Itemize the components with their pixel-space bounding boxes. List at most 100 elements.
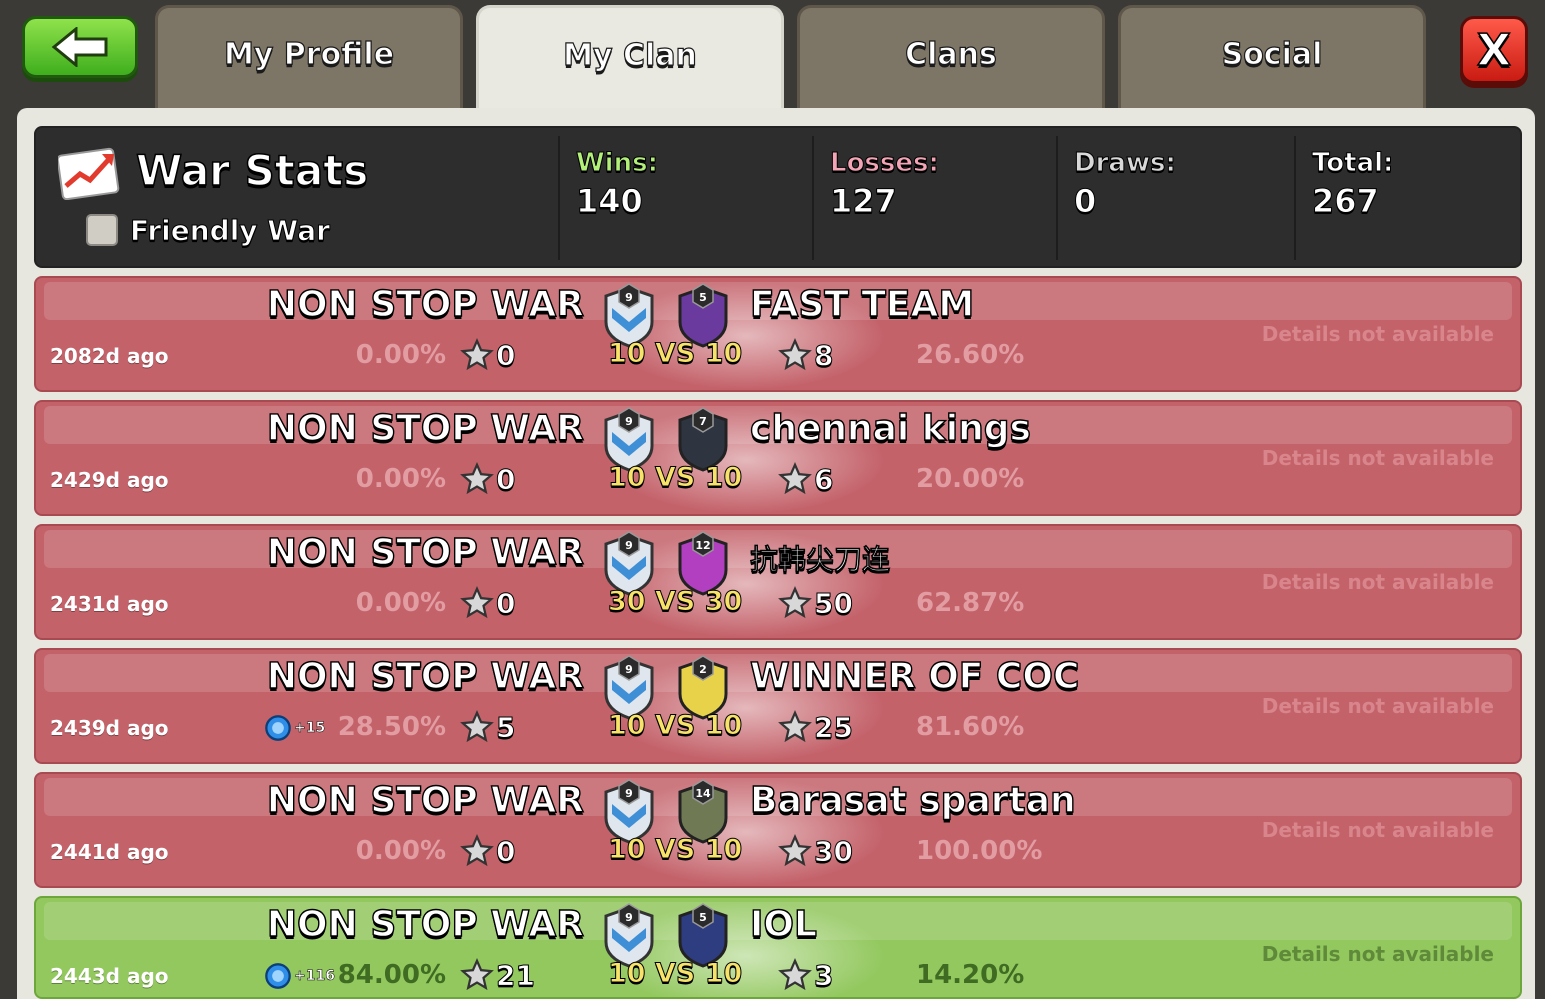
our-stars: 0 xyxy=(460,834,516,868)
close-icon: X xyxy=(1476,24,1511,77)
tab-label: My Profile xyxy=(223,36,395,72)
our-clan-name: NON STOP WAR xyxy=(266,407,584,449)
wins-label: Wins: xyxy=(576,148,659,179)
war-size: 30 VS 30 xyxy=(608,586,743,618)
friendly-war-checkbox[interactable] xyxy=(86,214,118,246)
opponent-stars-value: 6 xyxy=(813,462,834,496)
close-button[interactable]: X xyxy=(1460,16,1528,84)
our-clan-level: 9 xyxy=(625,787,633,800)
our-stars-value: 5 xyxy=(495,710,516,744)
war-time-ago: 2431d ago xyxy=(50,592,169,616)
details-link[interactable]: Details not available xyxy=(1262,818,1494,842)
opponent-stars-value: 30 xyxy=(814,834,854,868)
opponent-clan-name: Barasat spartan xyxy=(749,779,1076,821)
tab-label: Clans xyxy=(905,36,998,72)
bonus-value: +116 xyxy=(294,968,335,985)
tab-social[interactable]: Social xyxy=(1118,5,1426,109)
our-stars: 0 xyxy=(460,462,516,496)
our-stars: 0 xyxy=(460,338,516,372)
details-link[interactable]: Details not available xyxy=(1262,570,1494,594)
opponent-clan-level: 5 xyxy=(699,291,707,304)
star-icon xyxy=(778,338,812,371)
draws-label: Draws: xyxy=(1074,148,1177,179)
opponent-destruction-percent: 26.60% xyxy=(916,340,1025,370)
war-time-ago: 2439d ago xyxy=(50,716,169,740)
tab-my-clan[interactable]: My Clan xyxy=(476,5,784,111)
draws-stat: Draws: 0 xyxy=(1056,136,1294,260)
war-time-ago: 2441d ago xyxy=(50,840,169,864)
star-icon xyxy=(460,462,494,495)
tab-clans[interactable]: Clans xyxy=(797,5,1105,109)
losses-label: Losses: xyxy=(830,148,940,179)
war-bonus: +15 xyxy=(264,714,325,742)
details-link[interactable]: Details not available xyxy=(1262,694,1494,718)
war-log-row[interactable]: 2082d ago NON STOP WAR 9 5 FAST TEAM 0.00% 0 10… xyxy=(34,276,1522,392)
star-icon xyxy=(778,958,812,991)
draws-value: 0 xyxy=(1073,182,1097,221)
tab-my-profile[interactable]: My Profile xyxy=(155,5,463,109)
opponent-stars: 8 xyxy=(778,338,834,372)
star-icon xyxy=(778,710,812,743)
star-icon xyxy=(460,710,494,743)
war-time-ago: 2082d ago xyxy=(50,344,169,368)
gem-icon xyxy=(265,963,291,989)
our-stars-value: 21 xyxy=(496,958,536,992)
war-time-ago: 2443d ago xyxy=(50,964,169,988)
star-icon xyxy=(460,338,494,371)
war-size: 10 VS 10 xyxy=(608,338,743,370)
opponent-stars: 25 xyxy=(778,710,853,744)
war-time-ago: 2429d ago xyxy=(50,468,169,492)
war-log-row[interactable]: 2443d ago NON STOP WAR 9 5 IOL +116 84.00% 21 10… xyxy=(34,896,1522,999)
opponent-stars: 3 xyxy=(778,958,834,992)
opponent-clan-level: 12 xyxy=(695,539,710,552)
opponent-stars-value: 50 xyxy=(814,586,854,620)
total-value: 267 xyxy=(1312,182,1380,221)
our-destruction-percent: 0.00% xyxy=(355,836,446,866)
our-clan-level: 9 xyxy=(625,291,633,304)
war-stats-header: War Stats Friendly War Wins: 140 Losses:… xyxy=(34,126,1522,268)
opponent-destruction-percent: 62.87% xyxy=(916,588,1025,618)
our-clan-level: 9 xyxy=(625,539,633,552)
war-log-row[interactable]: 2441d ago NON STOP WAR 9 14 Barasat spartan 0… xyxy=(34,772,1522,888)
details-link[interactable]: Details not available xyxy=(1262,942,1494,966)
back-button[interactable] xyxy=(22,16,138,78)
our-stars-value: 0 xyxy=(495,338,516,372)
our-clan-name: NON STOP WAR xyxy=(266,655,584,697)
war-stats-title: War Stats xyxy=(135,145,369,196)
opponent-clan-level: 14 xyxy=(695,787,711,800)
our-clan-level: 9 xyxy=(625,663,633,676)
star-icon xyxy=(778,834,812,867)
opponent-clan-name: 抗韩尖刀连 xyxy=(750,543,891,577)
tab-label: My Clan xyxy=(563,37,698,73)
losses-value: 127 xyxy=(830,182,898,221)
star-icon xyxy=(778,586,812,619)
total-stat: Total: 267 xyxy=(1294,136,1520,260)
friendly-war-label: Friendly War xyxy=(130,214,331,248)
war-log-row[interactable]: 2431d ago NON STOP WAR 9 12 抗韩尖刀连 0.00% 0 30 VS… xyxy=(34,524,1522,640)
details-link[interactable]: Details not available xyxy=(1262,446,1494,470)
wins-value: 140 xyxy=(576,182,644,221)
opponent-clan-level: 2 xyxy=(699,663,707,676)
chart-icon xyxy=(58,147,120,200)
tab-label: Social xyxy=(1221,36,1323,72)
war-log-row[interactable]: 2429d ago NON STOP WAR 9 7 chennai kings 0.00… xyxy=(34,400,1522,516)
our-stars-value: 0 xyxy=(495,462,516,496)
our-destruction-percent: 84.00% xyxy=(337,960,446,990)
our-clan-level: 9 xyxy=(625,911,633,924)
our-destruction-percent: 28.50% xyxy=(337,712,446,742)
our-stars-value: 0 xyxy=(495,586,516,620)
opponent-clan-name: IOL xyxy=(749,903,817,945)
star-icon xyxy=(460,586,494,619)
opponent-stars-value: 8 xyxy=(813,338,834,372)
war-size: 10 VS 10 xyxy=(608,462,743,494)
our-stars: 0 xyxy=(460,586,516,620)
opponent-stars-value: 25 xyxy=(814,710,854,744)
opponent-clan-name: FAST TEAM xyxy=(749,283,975,325)
opponent-stars-value: 3 xyxy=(813,958,834,992)
our-clan-name: NON STOP WAR xyxy=(266,903,584,945)
details-link[interactable]: Details not available xyxy=(1262,322,1494,346)
war-log-row[interactable]: 2439d ago NON STOP WAR 9 2 WINNER OF COC +15 2… xyxy=(34,648,1522,764)
our-stars: 21 xyxy=(460,958,535,992)
our-clan-name: NON STOP WAR xyxy=(266,531,584,573)
our-stars: 5 xyxy=(460,710,516,744)
